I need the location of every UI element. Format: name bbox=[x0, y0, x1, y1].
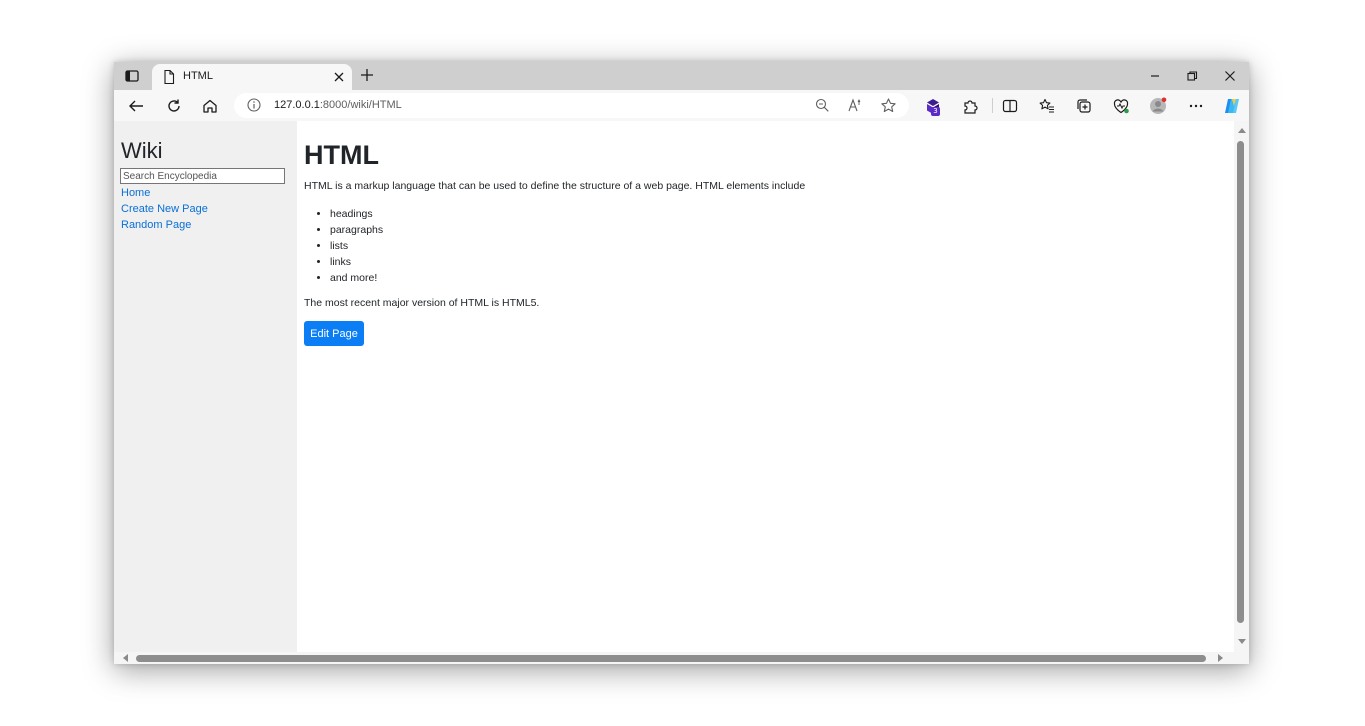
horizontal-scrollbar[interactable] bbox=[114, 652, 1249, 664]
element-list: headings paragraphs lists links and more… bbox=[304, 207, 383, 287]
search-input[interactable] bbox=[120, 168, 285, 184]
site-brand: Wiki bbox=[121, 138, 163, 163]
tab-html[interactable]: HTML bbox=[152, 64, 352, 90]
profile-avatar-icon[interactable] bbox=[1149, 97, 1167, 115]
home-icon[interactable] bbox=[201, 97, 219, 115]
list-item: and more! bbox=[330, 271, 383, 287]
back-arrow-icon[interactable] bbox=[127, 97, 145, 115]
copilot-icon[interactable] bbox=[1222, 96, 1242, 116]
sidebar: Wiki Home Create New Page Random Page bbox=[114, 121, 297, 652]
close-tab-icon[interactable] bbox=[332, 70, 346, 84]
vertical-scroll-thumb[interactable] bbox=[1237, 141, 1244, 623]
list-item: paragraphs bbox=[330, 223, 383, 239]
nav-link-home[interactable]: Home bbox=[121, 187, 150, 199]
page-viewport: Wiki Home Create New Page Random Page HT… bbox=[114, 121, 1234, 652]
nav-link-random-page[interactable]: Random Page bbox=[121, 219, 191, 231]
page-icon bbox=[162, 69, 176, 85]
main-content: HTML HTML is a markup language that can … bbox=[304, 121, 1224, 652]
browser-essentials-icon[interactable] bbox=[1112, 97, 1130, 115]
tab-title: HTML bbox=[183, 70, 213, 82]
zoom-out-icon[interactable] bbox=[814, 97, 831, 114]
site-info-icon[interactable] bbox=[246, 97, 262, 113]
scroll-right-arrow-icon[interactable] bbox=[1218, 654, 1223, 662]
new-tab-icon[interactable] bbox=[360, 68, 374, 82]
page-title: HTML bbox=[304, 140, 379, 170]
scroll-down-arrow-icon[interactable] bbox=[1238, 639, 1246, 644]
tab-actions-icon[interactable] bbox=[124, 68, 140, 84]
read-aloud-icon[interactable] bbox=[847, 97, 864, 114]
scroll-up-arrow-icon[interactable] bbox=[1238, 128, 1246, 133]
restore-icon[interactable] bbox=[1185, 70, 1199, 82]
list-item: links bbox=[330, 255, 383, 271]
browser-toolbar: 127.0.0.1:8000/wiki/HTML 3 bbox=[114, 90, 1249, 121]
url-path: :8000/wiki/HTML bbox=[319, 99, 402, 111]
vertical-scrollbar[interactable] bbox=[1234, 121, 1249, 652]
address-bar[interactable]: 127.0.0.1:8000/wiki/HTML bbox=[234, 93, 909, 118]
edit-page-button[interactable]: Edit Page bbox=[304, 321, 364, 346]
close-window-icon[interactable] bbox=[1223, 70, 1237, 82]
nav-link-create-new-page[interactable]: Create New Page bbox=[121, 203, 208, 215]
tab-strip: HTML bbox=[114, 62, 1249, 90]
scroll-left-arrow-icon[interactable] bbox=[123, 654, 128, 662]
horizontal-scroll-thumb[interactable] bbox=[136, 655, 1206, 662]
list-item: headings bbox=[330, 207, 383, 223]
intro-paragraph: HTML is a markup language that can be us… bbox=[304, 180, 806, 192]
recent-version-paragraph: The most recent major version of HTML is… bbox=[304, 297, 540, 309]
favorites-list-icon[interactable] bbox=[1038, 97, 1056, 115]
url-text[interactable]: 127.0.0.1:8000/wiki/HTML bbox=[274, 99, 402, 111]
favorite-star-icon[interactable] bbox=[880, 97, 897, 114]
split-screen-icon[interactable] bbox=[1001, 97, 1019, 115]
minimize-icon[interactable] bbox=[1148, 70, 1162, 82]
list-item: lists bbox=[330, 239, 383, 255]
extension-badge: 3 bbox=[931, 107, 940, 116]
toolbar-divider bbox=[992, 98, 993, 113]
collections-icon[interactable] bbox=[1075, 97, 1093, 115]
more-dots-icon[interactable] bbox=[1187, 97, 1205, 115]
puzzle-icon[interactable] bbox=[961, 97, 979, 115]
browser-window: HTML 127.0.0.1:8000/wiki/HTML 3 Wiki Sea… bbox=[114, 62, 1249, 664]
refresh-icon[interactable] bbox=[165, 97, 183, 115]
url-host: 127.0.0.1 bbox=[274, 99, 320, 111]
